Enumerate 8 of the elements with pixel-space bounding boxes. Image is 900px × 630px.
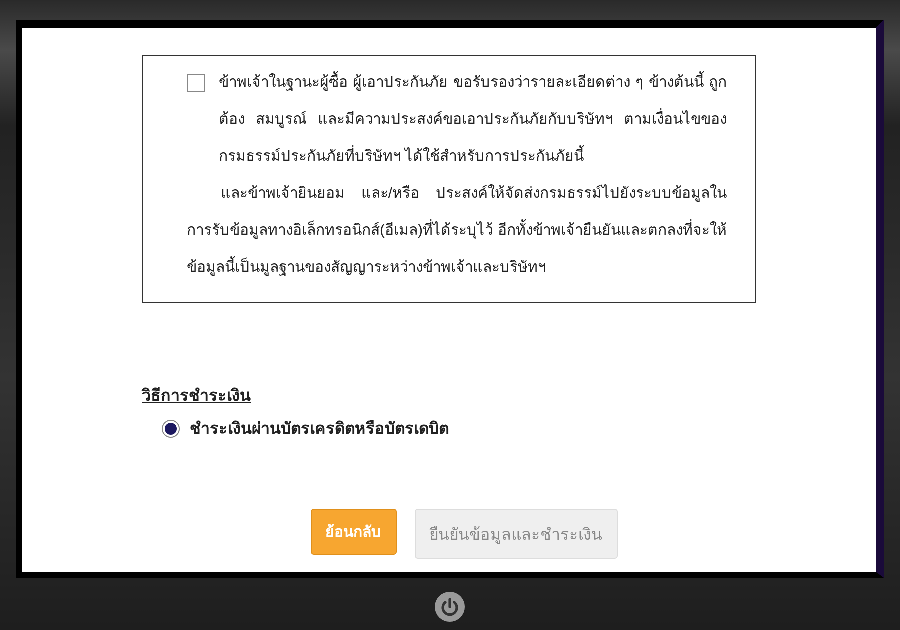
consent-checkbox[interactable] [187,74,205,92]
section-heading: วิธีการชำระเงิน [142,386,251,407]
radio-button[interactable] [162,420,180,438]
consent-text: และข้าพเจ้ายินยอม และ/หรือ ประสงค์ให้จัดส่งกรมธรรม์ไปยังระบบข้อมูลในการรับข้อมูลทางอิเล็กทรอนิกส์(อีเมล)ที่ได้ระบุไว้ อีกทั้งข้าพเจ้ายืนยันและตกลงที่จะให้ข้อมูลนี้เป็นมูลฐานของสัญญาระหว่างข้าพเจ้าและบริษัทฯ [187,184,727,278]
consent-text: ข้าพเจ้าในฐานะผู้ซื้อ ผู้เอาประกันภัย ขอรับรองว่ารายละเอียดต่าง ๆ ข้างต้นนี้ ถูกต้อง สมบูรณ์ และมีความประสงค์ขอเอาประกันภัยกับบริษัทฯ ตามเงื่อนไขของกรมธรรม์ประกันภัยที่บริษัทฯ ได้ใช้สำหรับการประกันภัยนี้ [219,64,727,175]
radio-label: ชำระเงินผ่านบัตรเครดิตหรือบัตรเดบิต [190,419,449,440]
back-button[interactable]: ย้อนกลับ [310,509,396,555]
power-icon[interactable] [435,592,465,622]
